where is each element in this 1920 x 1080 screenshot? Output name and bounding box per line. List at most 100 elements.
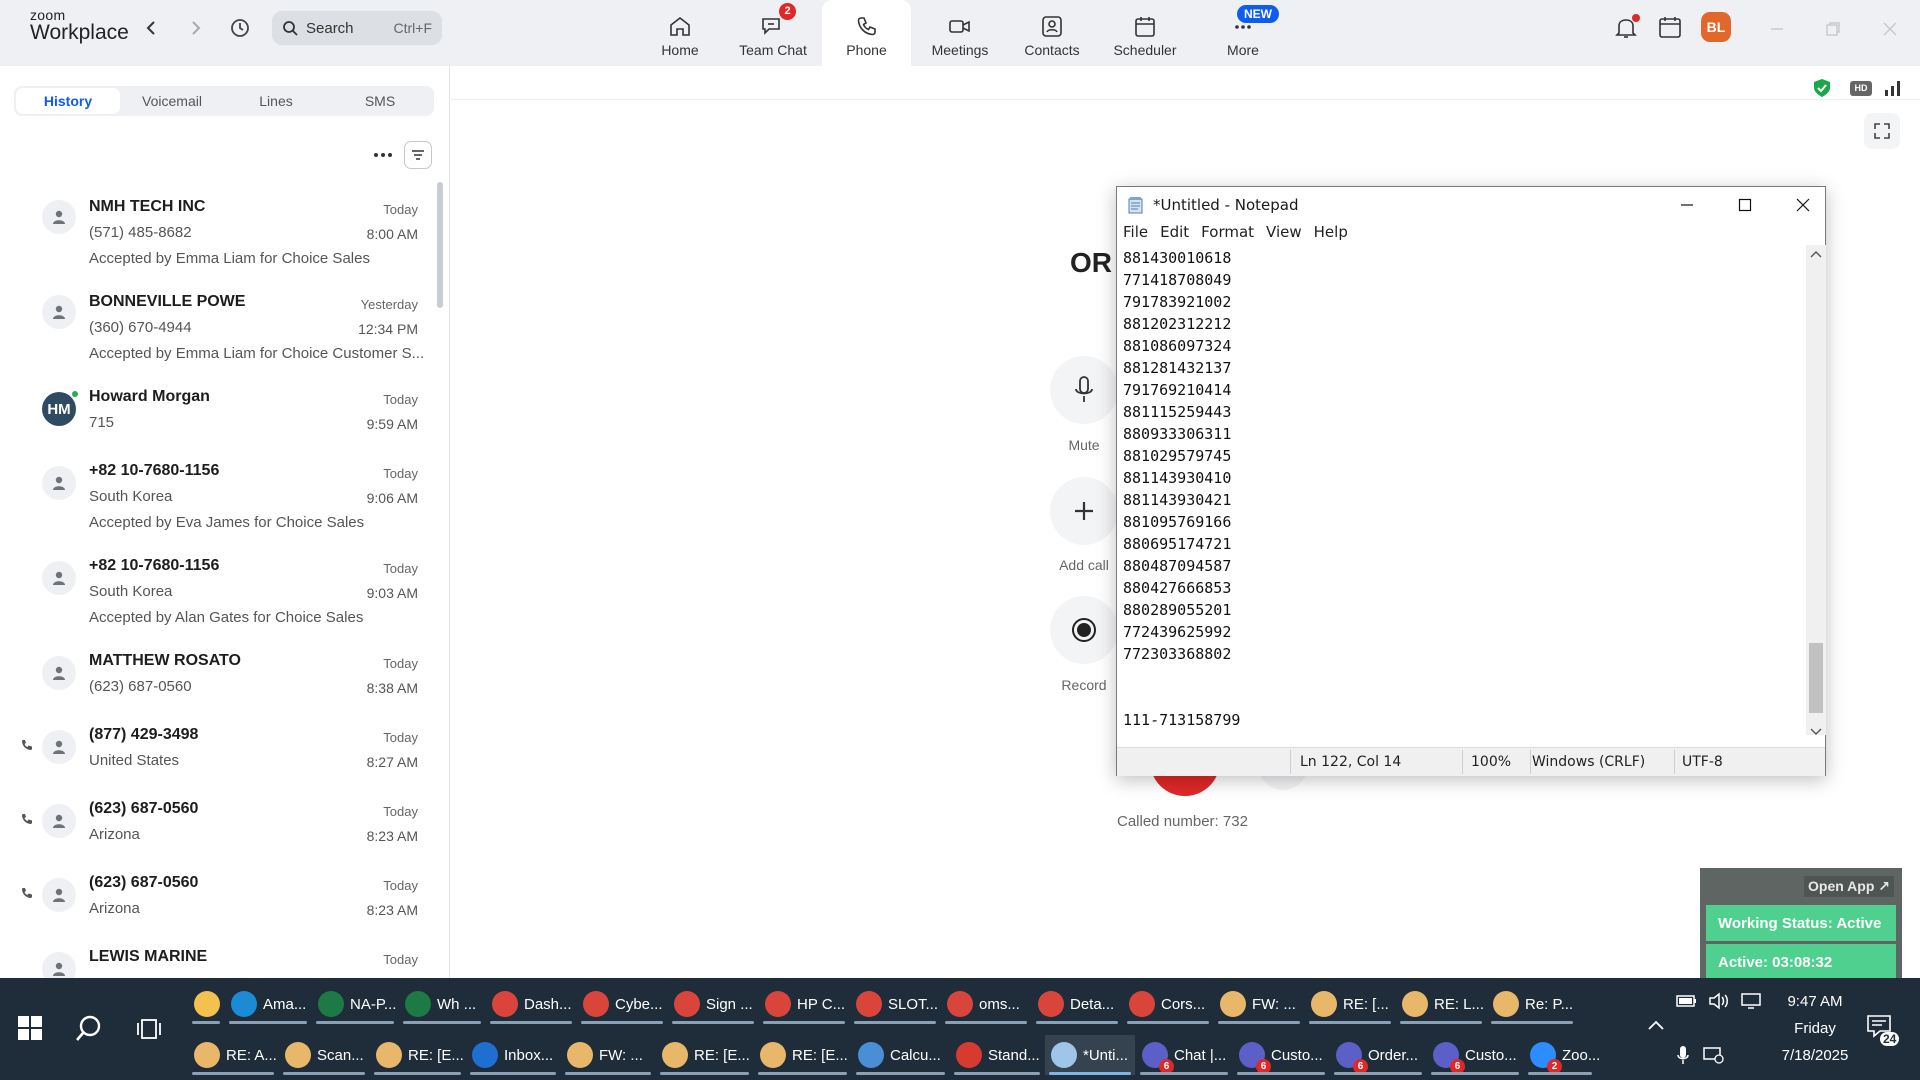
taskbar-app-button[interactable]: Wh ... [399,984,485,1024]
mute-button[interactable] [1050,356,1118,424]
subtab-sms[interactable]: SMS [328,88,432,114]
taskbar-app-button[interactable]: RE: [... [1305,984,1395,1024]
task-view-button[interactable] [136,1017,162,1041]
menu-file[interactable]: File [1117,223,1154,245]
recent-history-button[interactable] [226,14,254,42]
battery-icon[interactable] [1676,992,1698,1010]
scroll-down-icon[interactable] [1809,727,1823,737]
tab-contacts[interactable]: Contacts [1008,0,1096,66]
taskbar-app-button[interactable]: HP C... [759,984,849,1024]
history-row[interactable]: (623) 687-0560 Today Arizona 8:23 AM [0,792,440,856]
tab-team-chat[interactable]: Team Chat 2 [729,0,817,66]
close-button[interactable] [1875,14,1905,44]
volume-icon[interactable] [1708,992,1730,1010]
menu-view[interactable]: View [1260,223,1308,245]
taskbar-app-button[interactable]: Dash... [486,984,576,1024]
history-scrollbar[interactable] [437,182,443,308]
tab-label: Scheduler [1113,42,1177,58]
taskbar-app-button[interactable]: FW: ... [561,1035,655,1075]
working-status-button[interactable]: Working Status: Active [1706,905,1896,941]
taskbar-app-button[interactable]: Inbox... [466,1035,560,1075]
tab-scheduler[interactable]: Scheduler [1101,0,1189,66]
record-button[interactable] [1050,596,1118,664]
text-line [1123,687,1805,709]
taskbar-app-button[interactable]: Calcu... [852,1035,949,1075]
microphone-icon[interactable] [1676,1045,1690,1065]
history-row[interactable]: (877) 429-3498 Today United States 8:27 … [0,718,440,782]
subtab-history[interactable]: History [16,88,120,114]
menu-help[interactable]: Help [1308,223,1354,245]
forward-button[interactable] [182,14,210,42]
taskbar-app-button[interactable] [188,984,224,1024]
minimize-button[interactable] [1762,14,1792,44]
taskbar-app-button[interactable]: Sign ... [668,984,758,1024]
search-taskbar-button[interactable] [74,1014,104,1044]
menu-edit[interactable]: Edit [1154,223,1195,245]
notepad-close-button[interactable] [1783,191,1823,219]
notepad-text-area[interactable]: 881430010618 771418708049 791783921002 8… [1117,245,1806,747]
tray-overflow-button[interactable] [1646,1016,1670,1040]
history-row[interactable]: NMH TECH INC Today (571) 485-8682 8:00 A… [0,190,440,276]
taskbar-app-button[interactable]: SLOT... [850,984,940,1024]
tab-meetings[interactable]: Meetings [916,0,1004,66]
notepad-scroll-thumb[interactable] [1809,643,1823,713]
taskbar-app-button[interactable]: 2 Zoo... [1524,1035,1600,1075]
filter-button[interactable] [404,141,432,169]
tab-home[interactable]: Home [636,0,724,66]
taskbar-app-button[interactable]: RE: [E... [656,1035,753,1075]
taskbar-app-button[interactable]: Re: P... [1487,984,1577,1024]
maximize-button[interactable] [1818,14,1848,44]
history-row[interactable]: (623) 687-0560 Today Arizona 8:23 AM [0,866,440,930]
avatar[interactable]: BL [1701,12,1731,42]
zoom-icon: 2 [1530,1042,1562,1074]
back-button[interactable] [137,14,165,42]
running-indicator [1528,1072,1592,1075]
taskbar-app-button[interactable]: *Unti... [1045,1035,1135,1075]
start-button[interactable] [18,1016,44,1042]
screen-share-icon[interactable] [1702,1045,1724,1065]
taskbar-app-button[interactable]: RE: L... [1396,984,1486,1024]
notifications-button[interactable] [1612,14,1640,42]
taskbar-app-button[interactable]: RE: A... [188,1035,278,1075]
open-app-link[interactable]: Open App ↗ [1804,876,1894,897]
taskbar-app-button[interactable]: RE: [E... [370,1035,465,1075]
taskbar-app-button[interactable]: 6 Order... [1330,1035,1426,1075]
add-call-button[interactable] [1050,477,1118,545]
expand-button[interactable] [1864,113,1900,149]
person-icon [53,305,65,319]
history-row[interactable]: HM Howard Morgan Today 715 9:59 AM [0,380,440,444]
notepad-titlebar[interactable]: *Untitled - Notepad [1117,187,1825,223]
search-box[interactable]: Search Ctrl+F [272,11,442,45]
notepad-maximize-button[interactable] [1725,191,1765,219]
taskbar-app-button[interactable]: 6 Chat |... [1136,1035,1232,1075]
taskbar-app-button[interactable]: NA-P... [312,984,398,1024]
scroll-up-icon[interactable] [1809,249,1823,259]
notepad-minimize-button[interactable] [1667,191,1707,219]
taskbar-app-button[interactable]: 6 Custo... [1233,1035,1329,1075]
taskbar-app-button[interactable]: Cors... [1123,984,1213,1024]
history-row[interactable]: +82 10-7680-1156 Today South Korea 9:03 … [0,549,440,635]
taskbar-app-button[interactable]: Stand... [950,1035,1044,1075]
taskbar-app-button[interactable]: 6 Custo... [1427,1035,1523,1075]
subtab-voicemail[interactable]: Voicemail [120,88,224,114]
history-row[interactable]: LEWIS MARINE Today [0,940,440,978]
taskbar-app-button[interactable]: Scan... [279,1035,369,1075]
network-icon[interactable] [1740,992,1762,1010]
history-row[interactable]: BONNEVILLE POWE Yesterday (360) 670-4944… [0,285,440,371]
history-row[interactable]: MATTHEW ROSATO Today (623) 687-0560 8:38… [0,644,440,708]
history-row[interactable]: +82 10-7680-1156 Today South Korea 9:06 … [0,454,440,540]
calendar-button[interactable] [1657,14,1685,42]
taskbar-app-button[interactable]: Ama... [225,984,311,1024]
taskbar-app-button[interactable]: FW: ... [1214,984,1304,1024]
taskbar-app-button[interactable]: Cybe... [577,984,667,1024]
subtab-lines[interactable]: Lines [224,88,328,114]
notification-center-button[interactable]: 24 [1866,1014,1900,1048]
tab-phone[interactable]: Phone [822,0,911,66]
taskbar-app-button[interactable]: RE: [E... [754,1035,851,1075]
tab-more[interactable]: More NEW [1199,0,1287,66]
taskbar-clock[interactable]: 9:47 AM Friday 7/18/2025 [1760,988,1870,1069]
taskbar-app-button[interactable]: Deta... [1032,984,1122,1024]
menu-format[interactable]: Format [1195,223,1260,245]
more-options-button[interactable] [370,144,396,166]
taskbar-app-button[interactable]: oms... [941,984,1031,1024]
